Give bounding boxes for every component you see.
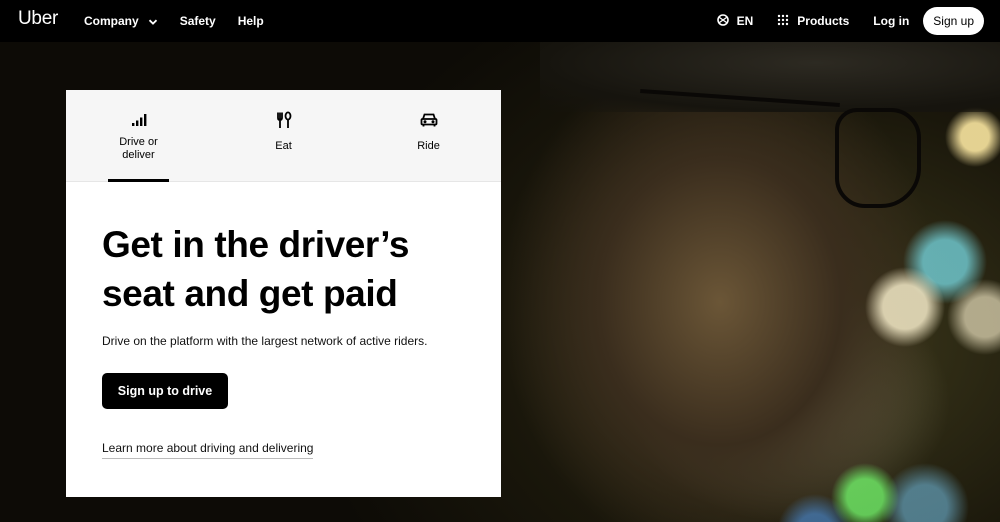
login-link[interactable]: Log in [873, 14, 909, 28]
tab-ride[interactable]: Ride [356, 90, 501, 182]
nav-left: Company Safety Help [84, 0, 286, 42]
nav-right: EN Products Log in Sign up [716, 0, 984, 42]
chevron-down-icon [148, 16, 158, 26]
signal-bars-icon [131, 112, 147, 128]
nav-company-label: Company [84, 14, 139, 28]
tab-eat[interactable]: Eat [211, 90, 356, 182]
uber-logo[interactable]: Uber [18, 8, 58, 30]
nav-help-link[interactable]: Help [238, 14, 264, 28]
nav-company-dropdown[interactable]: Company [84, 14, 158, 28]
product-tabs: Drive or deliver Eat Ride [66, 90, 501, 182]
signup-button[interactable]: Sign up [923, 7, 984, 35]
products-menu[interactable]: Products [777, 14, 849, 29]
hero-glasses [835, 108, 921, 208]
top-nav: Uber Company Safety Help EN Products Log… [0, 0, 1000, 42]
fork-knife-icon [275, 111, 293, 128]
subtitle: Drive on the platform with the largest n… [102, 334, 428, 348]
page: Uber Company Safety Help EN Products Log… [0, 0, 1000, 522]
grid-icon [777, 14, 789, 29]
learn-more-link[interactable]: Learn more about driving and delivering [102, 441, 314, 459]
tab-eat-label: Eat [275, 140, 292, 152]
products-label: Products [797, 14, 850, 28]
nav-safety-link[interactable]: Safety [180, 14, 216, 28]
language-label: EN [736, 14, 754, 28]
driver-signup-card: Drive or deliver Eat Ride Get in the dri… [66, 90, 501, 497]
tab-drive-or-deliver-label: Drive or deliver [119, 136, 158, 161]
page-title: Get in the driver’s seat and get paid [102, 224, 409, 314]
sign-up-to-drive-button[interactable]: Sign up to drive [102, 373, 228, 409]
language-selector[interactable]: EN [716, 13, 754, 29]
globe-icon [716, 13, 729, 29]
car-icon [420, 112, 438, 128]
tab-drive-or-deliver[interactable]: Drive or deliver [66, 90, 211, 182]
tab-ride-label: Ride [417, 140, 440, 152]
tab-selected-underline [108, 179, 169, 182]
